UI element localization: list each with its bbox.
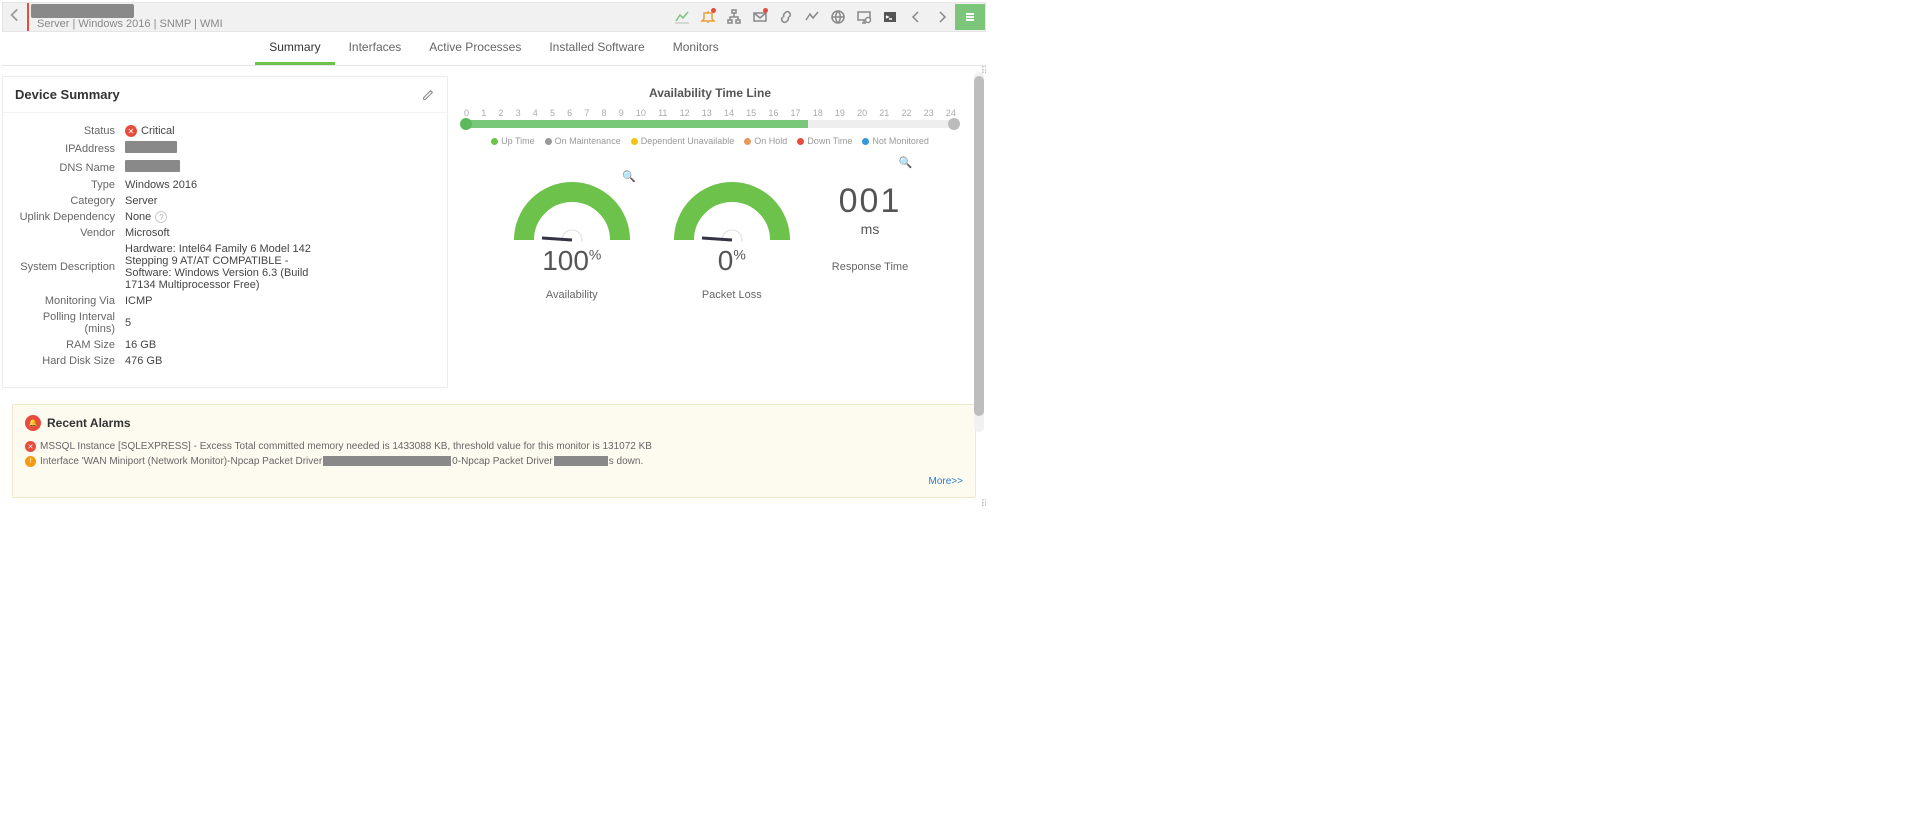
legend-onhold: On Hold xyxy=(754,136,787,146)
gauges-row: 🔍 100% Availability 0% xyxy=(458,182,962,301)
timeline-title: Availability Time Line xyxy=(458,86,962,100)
availability-label: Availability xyxy=(512,289,632,301)
timeline-end-handle[interactable] xyxy=(948,118,960,130)
responsetime-value: 001 xyxy=(832,182,908,221)
gauge-responsetime: 🔍 001 ms Response Time xyxy=(832,182,908,301)
value-polling: 5 xyxy=(125,317,435,329)
monitor-config-icon[interactable] xyxy=(851,4,877,30)
value-vendor: Microsoft xyxy=(125,227,435,239)
zoom-icon[interactable]: 🔍 xyxy=(622,170,636,183)
value-disk: 476 GB xyxy=(125,355,435,367)
back-button[interactable] xyxy=(3,6,27,29)
resize-handle-bottom[interactable]: ⠿ xyxy=(981,499,986,510)
terminal-icon[interactable] xyxy=(877,4,903,30)
value-uplink: None? xyxy=(125,211,435,223)
tab-bar: Summary Interfaces Active Processes Inst… xyxy=(2,32,986,66)
main-content: ⠿ Device Summary Status ✕Critical IPAddr… xyxy=(2,66,986,510)
alarm-text: Interface 'WAN Miniport (Network Monitor… xyxy=(40,456,643,467)
hamburger-menu[interactable] xyxy=(955,4,985,30)
scrollbar-thumb[interactable] xyxy=(974,76,984,416)
timeline-start-handle[interactable] xyxy=(460,118,472,130)
prev-icon[interactable] xyxy=(903,4,929,30)
label-ram: RAM Size xyxy=(15,339,125,351)
gauge-packetloss: 0% Packet Loss xyxy=(672,182,792,301)
chart-icon[interactable] xyxy=(669,4,695,30)
zoom-icon[interactable]: 🔍 xyxy=(899,156,913,169)
recent-alarms-card: 🔔 Recent Alarms ✕ MSSQL Instance [SQLEXP… xyxy=(12,404,976,498)
timeline-legend: Up Time On Maintenance Dependent Unavail… xyxy=(458,136,962,146)
legend-notmonitored: Not Monitored xyxy=(872,136,929,146)
legend-maintenance: On Maintenance xyxy=(555,136,621,146)
tab-monitors[interactable]: Monitors xyxy=(659,32,733,65)
label-dns: DNS Name xyxy=(15,162,125,174)
legend-downtime: Down Time xyxy=(807,136,852,146)
responsetime-label: Response Time xyxy=(832,261,908,273)
edit-icon[interactable] xyxy=(421,88,435,102)
device-summary-title-text: Device Summary xyxy=(15,87,120,102)
value-category: Server xyxy=(125,195,435,207)
label-vendor: Vendor xyxy=(15,227,125,239)
label-disk: Hard Disk Size xyxy=(15,355,125,367)
breadcrumb: Server | Windows 2016 | SNMP | WMI xyxy=(37,18,223,30)
scrollbar[interactable] xyxy=(974,72,984,432)
timeline-axis: 0123456789101112131415161718192021222324 xyxy=(458,108,962,118)
legend-uptime: Up Time xyxy=(501,136,535,146)
legend-dependent: Dependent Unavailable xyxy=(641,136,735,146)
alarm-row[interactable]: ! Interface 'WAN Miniport (Network Monit… xyxy=(25,454,963,469)
critical-icon: ✕ xyxy=(125,125,137,137)
label-ip: IPAddress xyxy=(15,143,125,155)
trend-icon[interactable] xyxy=(799,4,825,30)
label-type: Type xyxy=(15,179,125,191)
value-status: ✕Critical xyxy=(125,125,435,137)
tab-summary[interactable]: Summary xyxy=(255,32,334,65)
timeline-uptime-fill xyxy=(464,120,808,128)
packetloss-label: Packet Loss xyxy=(672,289,792,301)
label-status: Status xyxy=(15,125,125,137)
label-uplink: Uplink Dependency xyxy=(15,211,125,223)
help-icon[interactable]: ? xyxy=(155,211,167,223)
value-ip-redacted xyxy=(125,141,177,153)
toolbar-icons xyxy=(669,4,985,30)
timeline-track[interactable] xyxy=(464,120,956,128)
label-sysdesc: System Description xyxy=(15,261,125,273)
warning-icon: ! xyxy=(25,456,36,467)
value-monvia: ICMP xyxy=(125,295,435,307)
device-summary-card: Device Summary Status ✕Critical IPAddres… xyxy=(2,76,448,388)
value-dns-redacted xyxy=(125,160,180,172)
label-polling: Polling Interval (mins) xyxy=(15,311,125,335)
next-icon[interactable] xyxy=(929,4,955,30)
alarms-title: 🔔 Recent Alarms xyxy=(25,415,963,431)
device-fields: Status ✕Critical IPAddress DNS Name Type… xyxy=(3,113,447,387)
availability-panel: Availability Time Line 01234567891011121… xyxy=(458,76,972,388)
more-link[interactable]: More>> xyxy=(929,476,963,487)
top-header: Server | Windows 2016 | SNMP | WMI xyxy=(2,2,986,32)
link-icon[interactable] xyxy=(773,4,799,30)
mail-icon[interactable] xyxy=(747,4,773,30)
error-icon: ✕ xyxy=(25,441,36,452)
alarm-text: MSSQL Instance [SQLEXPRESS] - Excess Tot… xyxy=(40,441,652,452)
alarm-row[interactable]: ✕ MSSQL Instance [SQLEXPRESS] - Excess T… xyxy=(25,439,963,454)
device-summary-title: Device Summary xyxy=(3,77,447,113)
workflow-icon[interactable] xyxy=(721,4,747,30)
gauge-availability: 🔍 100% Availability xyxy=(512,182,632,301)
value-type: Windows 2016 xyxy=(125,179,435,191)
value-sysdesc: Hardware: Intel64 Family 6 Model 142 Ste… xyxy=(125,243,335,291)
tab-installed-software[interactable]: Installed Software xyxy=(535,32,658,65)
device-name-redacted xyxy=(31,4,134,18)
value-ram: 16 GB xyxy=(125,339,435,351)
label-category: Category xyxy=(15,195,125,207)
responsetime-unit: ms xyxy=(832,221,908,237)
bell-icon: 🔔 xyxy=(25,415,41,431)
availability-value: 100 xyxy=(542,245,589,276)
alert-icon[interactable] xyxy=(695,4,721,30)
label-monvia: Monitoring Via xyxy=(15,295,125,307)
packetloss-value: 0 xyxy=(718,245,734,276)
status-accent xyxy=(27,3,29,31)
tab-active-processes[interactable]: Active Processes xyxy=(415,32,535,65)
globe-icon[interactable] xyxy=(825,4,851,30)
tab-interfaces[interactable]: Interfaces xyxy=(335,32,416,65)
